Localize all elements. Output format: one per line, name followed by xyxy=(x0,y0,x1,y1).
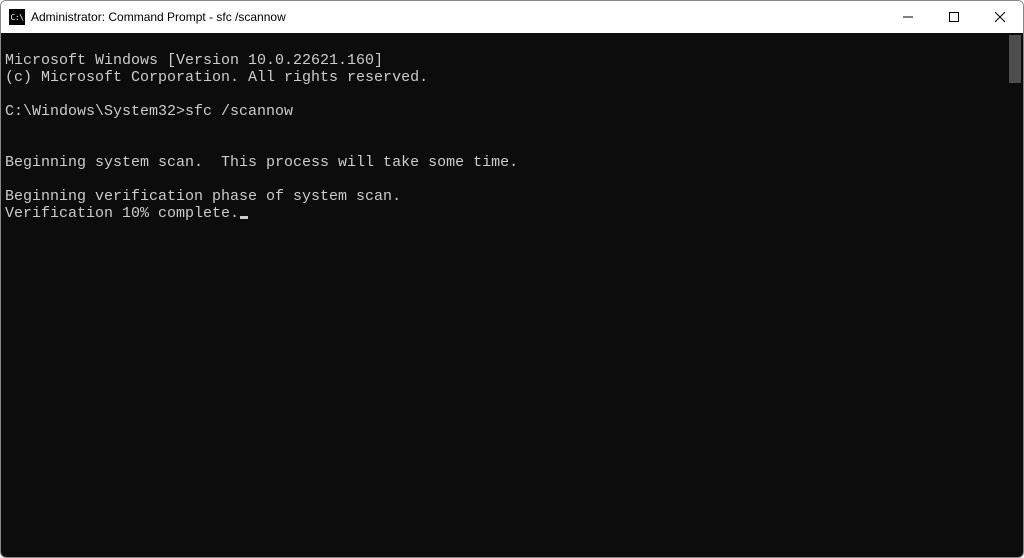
terminal-area[interactable]: Microsoft Windows [Version 10.0.22621.16… xyxy=(1,33,1023,557)
terminal-line: Verification 10% complete. xyxy=(5,205,248,222)
minimize-icon xyxy=(903,12,913,22)
terminal-progress-text: Verification 10% complete. xyxy=(5,205,239,222)
maximize-button[interactable] xyxy=(931,1,977,33)
window-controls xyxy=(885,1,1023,33)
titlebar[interactable]: C:\ Administrator: Command Prompt - sfc … xyxy=(1,1,1023,33)
scrollbar-thumb[interactable] xyxy=(1009,35,1021,83)
vertical-scrollbar[interactable] xyxy=(1007,33,1023,557)
terminal-line: Beginning verification phase of system s… xyxy=(5,188,401,205)
cursor xyxy=(240,216,248,219)
command-prompt-window: C:\ Administrator: Command Prompt - sfc … xyxy=(0,0,1024,558)
terminal-line: (c) Microsoft Corporation. All rights re… xyxy=(5,69,428,86)
terminal-content: Microsoft Windows [Version 10.0.22621.16… xyxy=(1,33,1023,241)
terminal-line: Microsoft Windows [Version 10.0.22621.16… xyxy=(5,52,383,69)
window-title: Administrator: Command Prompt - sfc /sca… xyxy=(31,10,286,24)
close-button[interactable] xyxy=(977,1,1023,33)
terminal-prompt-line: C:\Windows\System32>sfc /scannow xyxy=(5,103,1019,120)
prompt-command: sfc /scannow xyxy=(185,103,293,120)
close-icon xyxy=(995,12,1005,22)
terminal-line: Beginning system scan. This process will… xyxy=(5,154,518,171)
cmd-icon-label: C:\ xyxy=(11,13,24,22)
maximize-icon xyxy=(949,12,959,22)
prompt-path: C:\Windows\System32> xyxy=(5,103,185,120)
cmd-icon: C:\ xyxy=(9,9,25,25)
minimize-button[interactable] xyxy=(885,1,931,33)
